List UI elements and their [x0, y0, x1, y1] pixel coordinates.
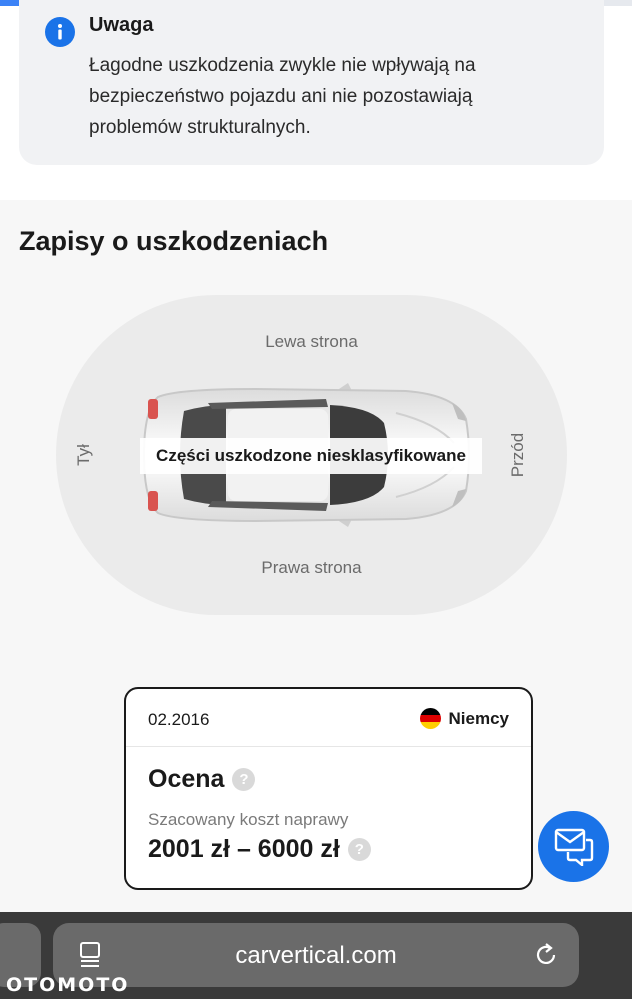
country-name: Niemcy: [448, 708, 509, 728]
rating-row: Ocena ?: [148, 765, 256, 794]
address-bar[interactable]: carvertical.com: [53, 923, 579, 987]
chat-button[interactable]: [538, 811, 609, 882]
notice-title: Uwaga: [89, 14, 154, 36]
record-country: Niemcy: [419, 708, 509, 729]
notice-text: Łagodne uszkodzenia zwykle nie wpływają …: [89, 55, 476, 138]
right-side-label: Prawa strona: [261, 558, 362, 577]
left-side-label: Lewa strona: [265, 332, 358, 351]
cost-label: Szacowany koszt naprawy: [148, 810, 349, 829]
rating-label: Ocena: [148, 765, 225, 793]
cost-row: 2001 zł – 6000 zł ?: [148, 835, 371, 864]
cost-value: 2001 zł – 6000 zł: [148, 835, 340, 863]
unclassified-damage-badge: Części uszkodzone niesklasyfikowane: [140, 438, 482, 474]
germany-flag-icon: [419, 708, 441, 729]
info-icon: [45, 17, 75, 47]
browser-toolbar: carvertical.com OTOMOTO: [0, 912, 632, 999]
rating-help-icon[interactable]: ?: [232, 768, 256, 791]
reload-icon[interactable]: [533, 942, 559, 968]
section-title: Zapisy o uszkodzeniach: [19, 226, 329, 256]
front-label: Przód: [508, 432, 527, 478]
car-damage-diagram: Lewa strona Prawa strona Tył Przód Częśc…: [56, 295, 567, 615]
record-date: 02.2016: [148, 710, 210, 729]
damage-records-section: Zapisy o uszkodzeniach Lewa strona Prawa…: [0, 200, 632, 912]
rear-label: Tył: [74, 444, 93, 466]
notice-box: Uwaga Łagodne uszkodzenia zwykle nie wpł…: [19, 0, 604, 165]
cost-help-icon[interactable]: ?: [347, 838, 371, 861]
card-divider: [126, 746, 531, 747]
url-text: carvertical.com: [235, 942, 397, 969]
damage-record-card[interactable]: 02.2016 Niemcy Ocena ? Szacowany koszt n…: [124, 687, 533, 890]
chat-icon: [554, 828, 594, 866]
otomoto-watermark: OTOMOTO: [6, 974, 130, 996]
